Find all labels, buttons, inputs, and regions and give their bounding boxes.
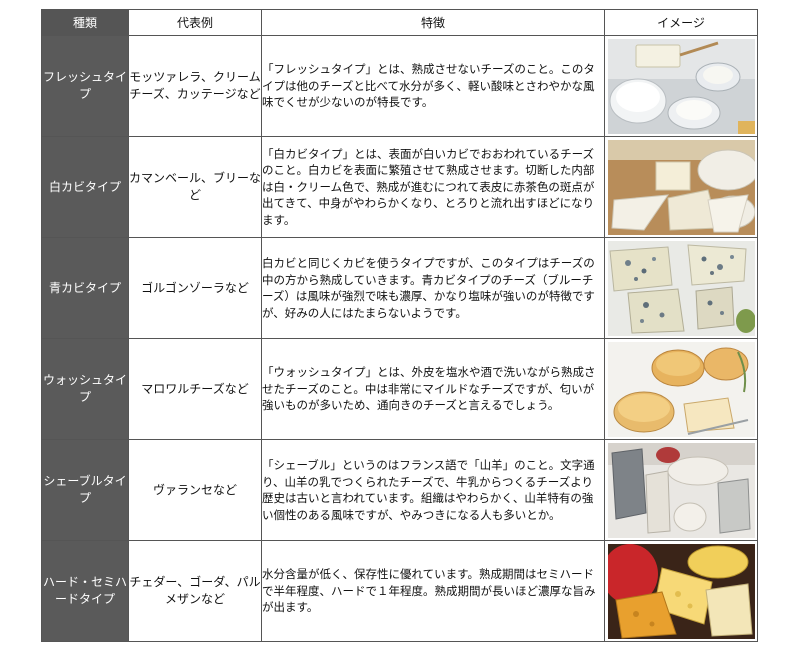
fresh-cheese-photo: [607, 38, 755, 134]
goat-cheese-photo: [607, 442, 755, 538]
example-cell: マロワルチーズなど: [128, 338, 262, 440]
hard-cheese-photo: [607, 543, 755, 639]
blue-cheese-photo: [607, 240, 755, 336]
type-cell: シェーブルタイプ: [41, 439, 129, 541]
feature-cell: 「フレッシュタイプ」とは、熟成させないチーズのこと。このタイプは他のチーズと比べ…: [261, 35, 605, 137]
header-feature: 特徴: [261, 9, 605, 36]
example-cell: カマンベール、ブリーなど: [128, 136, 262, 238]
washed-rind-cheese-photo: [607, 341, 755, 437]
type-cell: 青カビタイプ: [41, 237, 129, 339]
feature-cell: 「白カビタイプ」とは、表面が白いカビでおおわれているチーズのこと。白カビを表面に…: [261, 136, 605, 238]
table-row: ハード・セミハードタイプ チェダー、ゴーダ、パルメザンなど 水分含量が低く、保存…: [41, 540, 758, 642]
table-row: 青カビタイプ ゴルゴンゾーラなど 白カビと同じくカビを使うタイプですが、このタイ…: [41, 237, 758, 339]
table-row: 白カビタイプ カマンベール、ブリーなど 「白カビタイプ」とは、表面が白いカビでお…: [41, 136, 758, 238]
header-example: 代表例: [128, 9, 262, 36]
example-cell: ゴルゴンゾーラなど: [128, 237, 262, 339]
example-cell: チェダー、ゴーダ、パルメザンなど: [128, 540, 262, 642]
table-row: シェーブルタイプ ヴァランセなど 「シェーブル」というのはフランス語で「山羊」の…: [41, 439, 758, 541]
type-cell: ハード・セミハードタイプ: [41, 540, 129, 642]
example-cell: モッツァレラ、クリームチーズ、カッテージなど: [128, 35, 262, 137]
header-row: 種類 代表例 特徴 イメージ: [41, 9, 758, 36]
type-cell: フレッシュタイプ: [41, 35, 129, 137]
table-row: ウォッシュタイプ マロワルチーズなど 「ウォッシュタイプ」とは、外皮を塩水や酒で…: [41, 338, 758, 440]
cheese-types-table: 種類 代表例 特徴 イメージ フレッシュタイプ モッツァレラ、クリームチーズ、カ…: [41, 9, 758, 642]
example-cell: ヴァランセなど: [128, 439, 262, 541]
table-row: フレッシュタイプ モッツァレラ、クリームチーズ、カッテージなど 「フレッシュタイ…: [41, 35, 758, 137]
type-cell: 白カビタイプ: [41, 136, 129, 238]
type-cell: ウォッシュタイプ: [41, 338, 129, 440]
feature-cell: 水分含量が低く、保存性に優れています。熟成期間はセミハードで半年程度、ハードで１…: [261, 540, 605, 642]
header-image: イメージ: [604, 9, 758, 36]
white-mold-cheese-photo: [607, 139, 755, 235]
header-type: 種類: [41, 9, 129, 36]
feature-cell: 「シェーブル」というのはフランス語で「山羊」のこと。文字通り、山羊の乳でつくられ…: [261, 439, 605, 541]
feature-cell: 白カビと同じくカビを使うタイプですが、このタイプはチーズの中の方から熟成していき…: [261, 237, 605, 339]
feature-cell: 「ウォッシュタイプ」とは、外皮を塩水や酒で洗いながら熟成させたチーズのこと。中は…: [261, 338, 605, 440]
